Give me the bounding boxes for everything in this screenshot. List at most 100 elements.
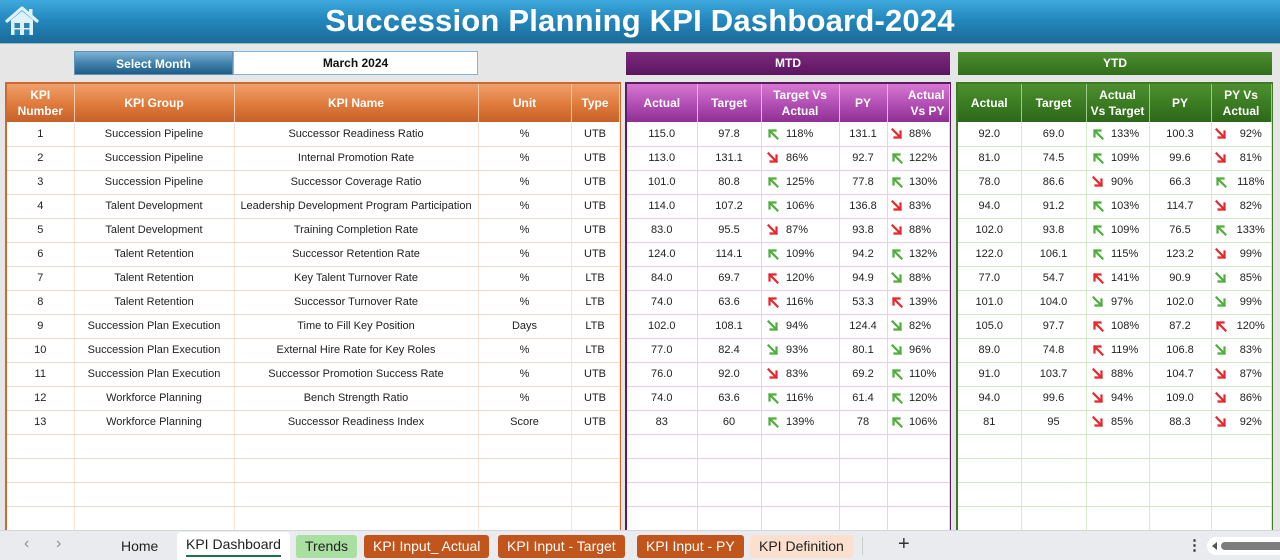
dashboard-title: Succession Planning KPI Dashboard-2024 xyxy=(325,3,955,38)
mtd-table-row[interactable]: 74.0 63.6 116% 61.4 120% xyxy=(627,386,950,411)
unit-cell: % xyxy=(478,170,572,195)
col-header-kpi-name: KPI Name xyxy=(234,84,479,122)
mtd-table-row[interactable]: 84.0 69.7 120% 94.9 88% xyxy=(627,266,950,291)
mtd-table-row[interactable]: 74.0 63.6 116% 53.3 139% xyxy=(627,290,950,315)
empty-row xyxy=(627,458,950,483)
kpi-name-cell: External Hire Rate for Key Roles xyxy=(234,338,479,363)
mtd-table-row[interactable]: 83 60 139% 78 106% xyxy=(627,410,950,435)
mtd-table-row[interactable]: 76.0 92.0 83% 69.2 110% xyxy=(627,362,950,387)
kpi-group-cell: Talent Development xyxy=(74,194,235,219)
ytd-table-row[interactable]: 81.0 74.5 109% 99.6 81% xyxy=(958,146,1272,171)
mtd-actual-cell: 113.0 xyxy=(627,146,698,171)
mtd-table-row[interactable]: 77.0 82.4 93% 80.1 96% xyxy=(627,338,950,363)
ytd-table-row[interactable]: 122.0 106.1 115% 123.2 99% xyxy=(958,242,1272,267)
tab-trends[interactable]: Trends xyxy=(296,535,358,558)
trend-indicator-cell xyxy=(761,362,784,387)
trend-indicator-cell xyxy=(887,314,908,339)
mtd-table-row[interactable]: 114.0 107.2 106% 136.8 83% xyxy=(627,194,950,219)
kpi-number-cell: 6 xyxy=(7,242,75,267)
mtd-actual-cell: 102.0 xyxy=(627,314,698,339)
mtd-table-row[interactable]: 102.0 108.1 94% 124.4 82% xyxy=(627,314,950,339)
kpi-table-row[interactable]: 3 Succession Pipeline Successor Coverage R… xyxy=(7,170,620,195)
mtd-py-cell: 92.7 xyxy=(839,146,888,171)
mtd-table-row[interactable]: 124.0 114.1 109% 94.2 132% xyxy=(627,242,950,267)
ytd-actual-vs-target-cell: 94% xyxy=(1109,386,1150,411)
arrow-down-right-red-icon xyxy=(1215,200,1227,212)
kpi-table-row[interactable]: 2 Succession Pipeline Internal Promotion R… xyxy=(7,146,620,171)
type-cell: UTB xyxy=(571,362,620,387)
kpi-name-cell: Successor Coverage Ratio xyxy=(234,170,479,195)
trend-indicator-cell xyxy=(887,362,908,387)
ytd-py-cell: 102.0 xyxy=(1149,290,1212,315)
kpi-table-row[interactable]: 8 Talent Retention Successor Turnover Rate… xyxy=(7,290,620,315)
tab-kpi-definition[interactable]: KPI Definition xyxy=(750,535,853,558)
mtd-table-row[interactable]: 101.0 80.8 125% 77.8 130% xyxy=(627,170,950,195)
kpi-table-row[interactable]: 5 Talent Development Training Completion R… xyxy=(7,218,620,243)
kpi-table-row[interactable]: 9 Succession Plan Execution Time to Fill K… xyxy=(7,314,620,339)
mtd-actual-vs-py-cell: 83% xyxy=(907,194,950,219)
arrow-down-right-green-icon xyxy=(1215,272,1227,284)
ytd-table-row[interactable]: 94.0 99.6 94% 109.0 86% xyxy=(958,386,1272,411)
kpi-table-row[interactable]: 4 Talent Development Leadership Developmen… xyxy=(7,194,620,219)
ytd-table-row[interactable]: 102.0 93.8 109% 76.5 133% xyxy=(958,218,1272,243)
ytd-target-cell: 74.5 xyxy=(1021,146,1087,171)
add-sheet-button[interactable]: + xyxy=(898,533,910,556)
tab-kpi-input-py[interactable]: KPI Input - PY xyxy=(637,535,744,558)
kpi-table-row[interactable]: 10 Succession Plan Execution External Hire… xyxy=(7,338,620,363)
kpi-table-row[interactable]: 12 Workforce Planning Bench Strength Ratio… xyxy=(7,386,620,411)
month-dropdown[interactable]: March 2024 xyxy=(233,51,478,75)
kpi-table-row[interactable]: 13 Workforce Planning Successor Readiness … xyxy=(7,410,620,435)
mtd-col-actual-vs-py: Actual Vs PY xyxy=(887,84,950,122)
ytd-table-row[interactable]: 92.0 69.0 133% 100.3 92% xyxy=(958,122,1272,147)
ytd-table-row[interactable]: 81 95 85% 88.3 92% xyxy=(958,410,1272,435)
horizontal-scrollbar[interactable] xyxy=(1207,537,1280,555)
tab-kpi-input-target[interactable]: KPI Input - Target xyxy=(498,535,625,558)
mtd-table-row[interactable]: 83.0 95.5 87% 93.8 88% xyxy=(627,218,950,243)
scrollbar-thumb[interactable] xyxy=(1221,542,1280,550)
more-options-icon[interactable]: ⋮ xyxy=(1187,536,1202,554)
prev-sheet-button[interactable]: ‹ xyxy=(24,535,29,553)
ytd-table-row[interactable]: 89.0 74.8 119% 106.8 83% xyxy=(958,338,1272,363)
mtd-py-cell: 136.8 xyxy=(839,194,888,219)
next-sheet-button[interactable]: › xyxy=(56,535,61,553)
ytd-table-row[interactable]: 78.0 86.6 90% 66.3 118% xyxy=(958,170,1272,195)
scroll-left-icon[interactable] xyxy=(1212,542,1217,550)
mtd-actual-cell: 84.0 xyxy=(627,266,698,291)
trend-indicator-cell xyxy=(761,338,784,363)
ytd-actual-cell: 89.0 xyxy=(958,338,1022,363)
ytd-section-header: YTD xyxy=(958,52,1272,75)
trend-indicator-cell xyxy=(761,314,784,339)
tab-kpi-dashboard[interactable]: KPI Dashboard xyxy=(177,532,290,560)
ytd-table-row[interactable]: 105.0 97.7 108% 87.2 120% xyxy=(958,314,1272,339)
mtd-table-row[interactable]: 115.0 97.8 118% 131.1 88% xyxy=(627,122,950,147)
ytd-table-row[interactable]: 94.0 91.2 103% 114.7 82% xyxy=(958,194,1272,219)
mtd-table-row[interactable]: 113.0 131.1 86% 92.7 122% xyxy=(627,146,950,171)
trend-indicator-cell xyxy=(761,122,784,147)
tab-home[interactable]: Home xyxy=(112,535,167,558)
mtd-actual-cell: 83.0 xyxy=(627,218,698,243)
kpi-table-row[interactable]: 6 Talent Retention Successor Retention Rat… xyxy=(7,242,620,267)
trend-indicator-cell xyxy=(887,146,908,171)
trend-indicator-cell xyxy=(761,410,784,435)
ytd-table-header-row: Actual Target Actual Vs Target PY PY Vs … xyxy=(958,84,1272,122)
arrow-down-right-red-icon xyxy=(1215,127,1227,140)
mtd-col-py: PY xyxy=(839,84,888,122)
arrow-up-left-red-icon xyxy=(891,296,904,309)
trend-indicator-cell xyxy=(1211,218,1231,243)
arrow-up-left-red-icon xyxy=(1092,320,1104,333)
kpi-table-row[interactable]: 1 Succession Pipeline Successor Readiness … xyxy=(7,122,620,147)
ytd-table-row[interactable]: 101.0 104.0 97% 102.0 99% xyxy=(958,290,1272,315)
kpi-name-cell: Leadership Development Program Participa… xyxy=(234,194,479,219)
tab-kpi-input-actual[interactable]: KPI Input_ Actual xyxy=(364,535,490,558)
ytd-table-row[interactable]: 77.0 54.7 141% 90.9 85% xyxy=(958,266,1272,291)
kpi-table-row[interactable]: 11 Succession Plan Execution Successor Pro… xyxy=(7,362,620,387)
ytd-actual-vs-target-cell: 133% xyxy=(1109,122,1150,147)
kpi-group-cell: Talent Retention xyxy=(74,242,235,267)
kpi-number-cell: 1 xyxy=(7,122,75,147)
mtd-target-cell: 69.7 xyxy=(697,266,762,291)
ytd-table-row[interactable]: 91.0 103.7 88% 104.7 87% xyxy=(958,362,1272,387)
ytd-actual-cell: 92.0 xyxy=(958,122,1022,147)
ytd-actual-cell: 91.0 xyxy=(958,362,1022,387)
kpi-table-row[interactable]: 7 Talent Retention Key Talent Turnover Rat… xyxy=(7,266,620,291)
ytd-py-vs-actual-cell: 120% xyxy=(1231,314,1272,339)
